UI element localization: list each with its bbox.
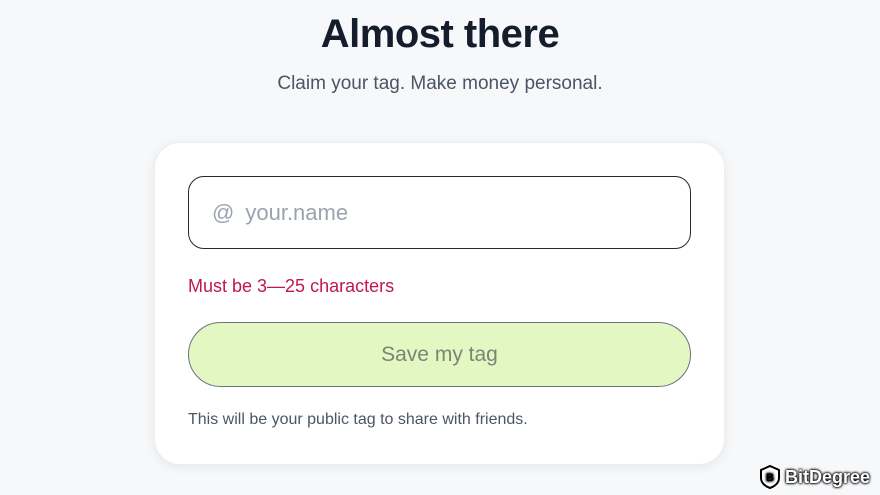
- save-tag-button[interactable]: Save my tag: [188, 322, 691, 387]
- bitdegree-logo-icon: B: [759, 465, 781, 489]
- svg-text:B: B: [766, 472, 774, 484]
- validation-error: Must be 3—25 characters: [188, 276, 395, 296]
- at-sign-icon: @: [212, 199, 235, 225]
- watermark-text: BitDegree: [784, 466, 870, 487]
- watermark: B BitDegree: [759, 465, 870, 489]
- hint-text: This will be your public tag to share wi…: [188, 411, 528, 428]
- tag-input[interactable]: [243, 198, 668, 227]
- tag-input-field[interactable]: @: [188, 176, 691, 249]
- page-title: Almost there: [320, 12, 560, 56]
- page-subtitle: Claim your tag. Make money personal.: [277, 73, 603, 94]
